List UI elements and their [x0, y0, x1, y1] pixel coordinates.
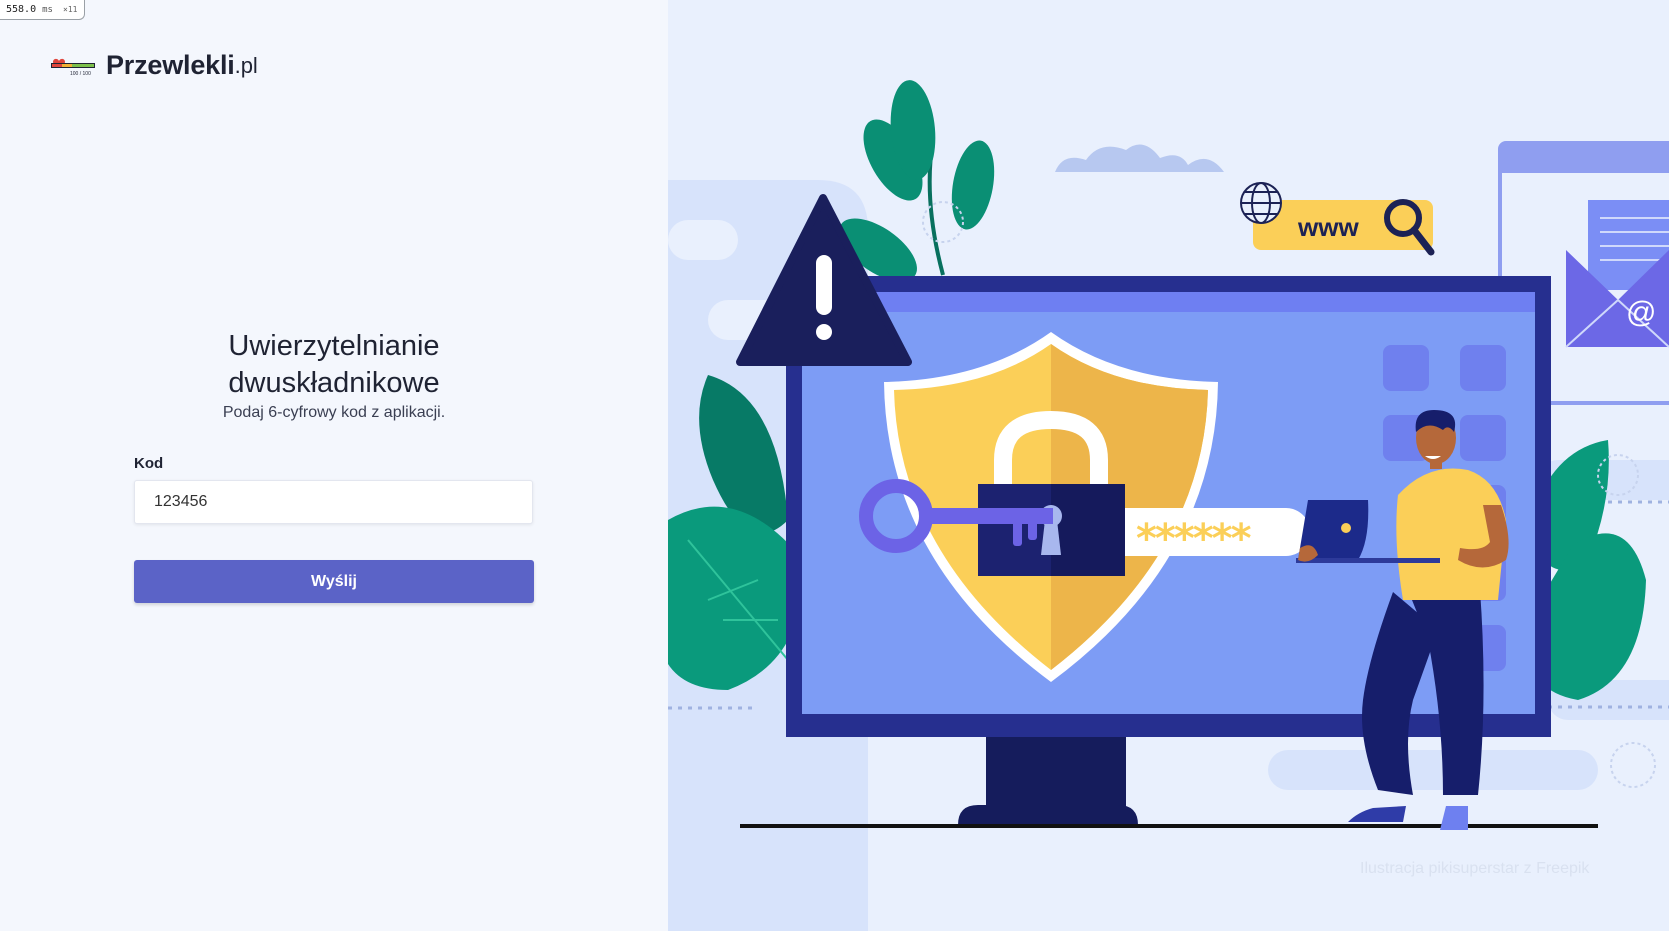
login-panel: 100 / 100 Przewlekli .pl Uwierzytelnianie… — [0, 0, 668, 931]
page-subtitle: Podaj 6-cyfrowy kod z aplikacji. — [222, 404, 446, 421]
brand-tld: .pl — [234, 52, 258, 78]
password-field-decoration: ****** — [1125, 508, 1310, 562]
render-time-value: 558.0 — [6, 4, 37, 15]
render-time-multiplier: ×11 — [63, 5, 78, 14]
email-at-symbol: @ — [1626, 296, 1656, 329]
search-bar-decoration: www — [1240, 182, 1435, 256]
security-illustration-panel: @ www ****** Ilustracja pikisuperstar z … — [668, 0, 1669, 931]
render-time-badge: 558.0 ms ×11 — [0, 0, 86, 20]
logo-caption: 100 / 100 — [70, 71, 91, 77]
page-title: Uwierzytelnianie dwuskładnikowe — [228, 330, 440, 399]
render-time-unit: ms — [42, 5, 53, 15]
www-label: www — [1297, 212, 1359, 242]
brand-logo[interactable]: 100 / 100 Przewlekli .pl — [50, 50, 258, 81]
security-illustration: @ www ****** — [668, 80, 1669, 931]
heart-gauge-icon: 100 / 100 — [51, 58, 95, 77]
code-label: Kod — [134, 455, 164, 472]
illustration-credit[interactable]: Ilustracja pikisuperstar z Freepik — [1360, 860, 1589, 878]
brand-name: Przewlekli — [106, 50, 235, 80]
password-mask: ****** — [1136, 516, 1252, 562]
submit-button[interactable]: Wyślij — [134, 560, 534, 603]
code-input[interactable] — [134, 480, 533, 524]
